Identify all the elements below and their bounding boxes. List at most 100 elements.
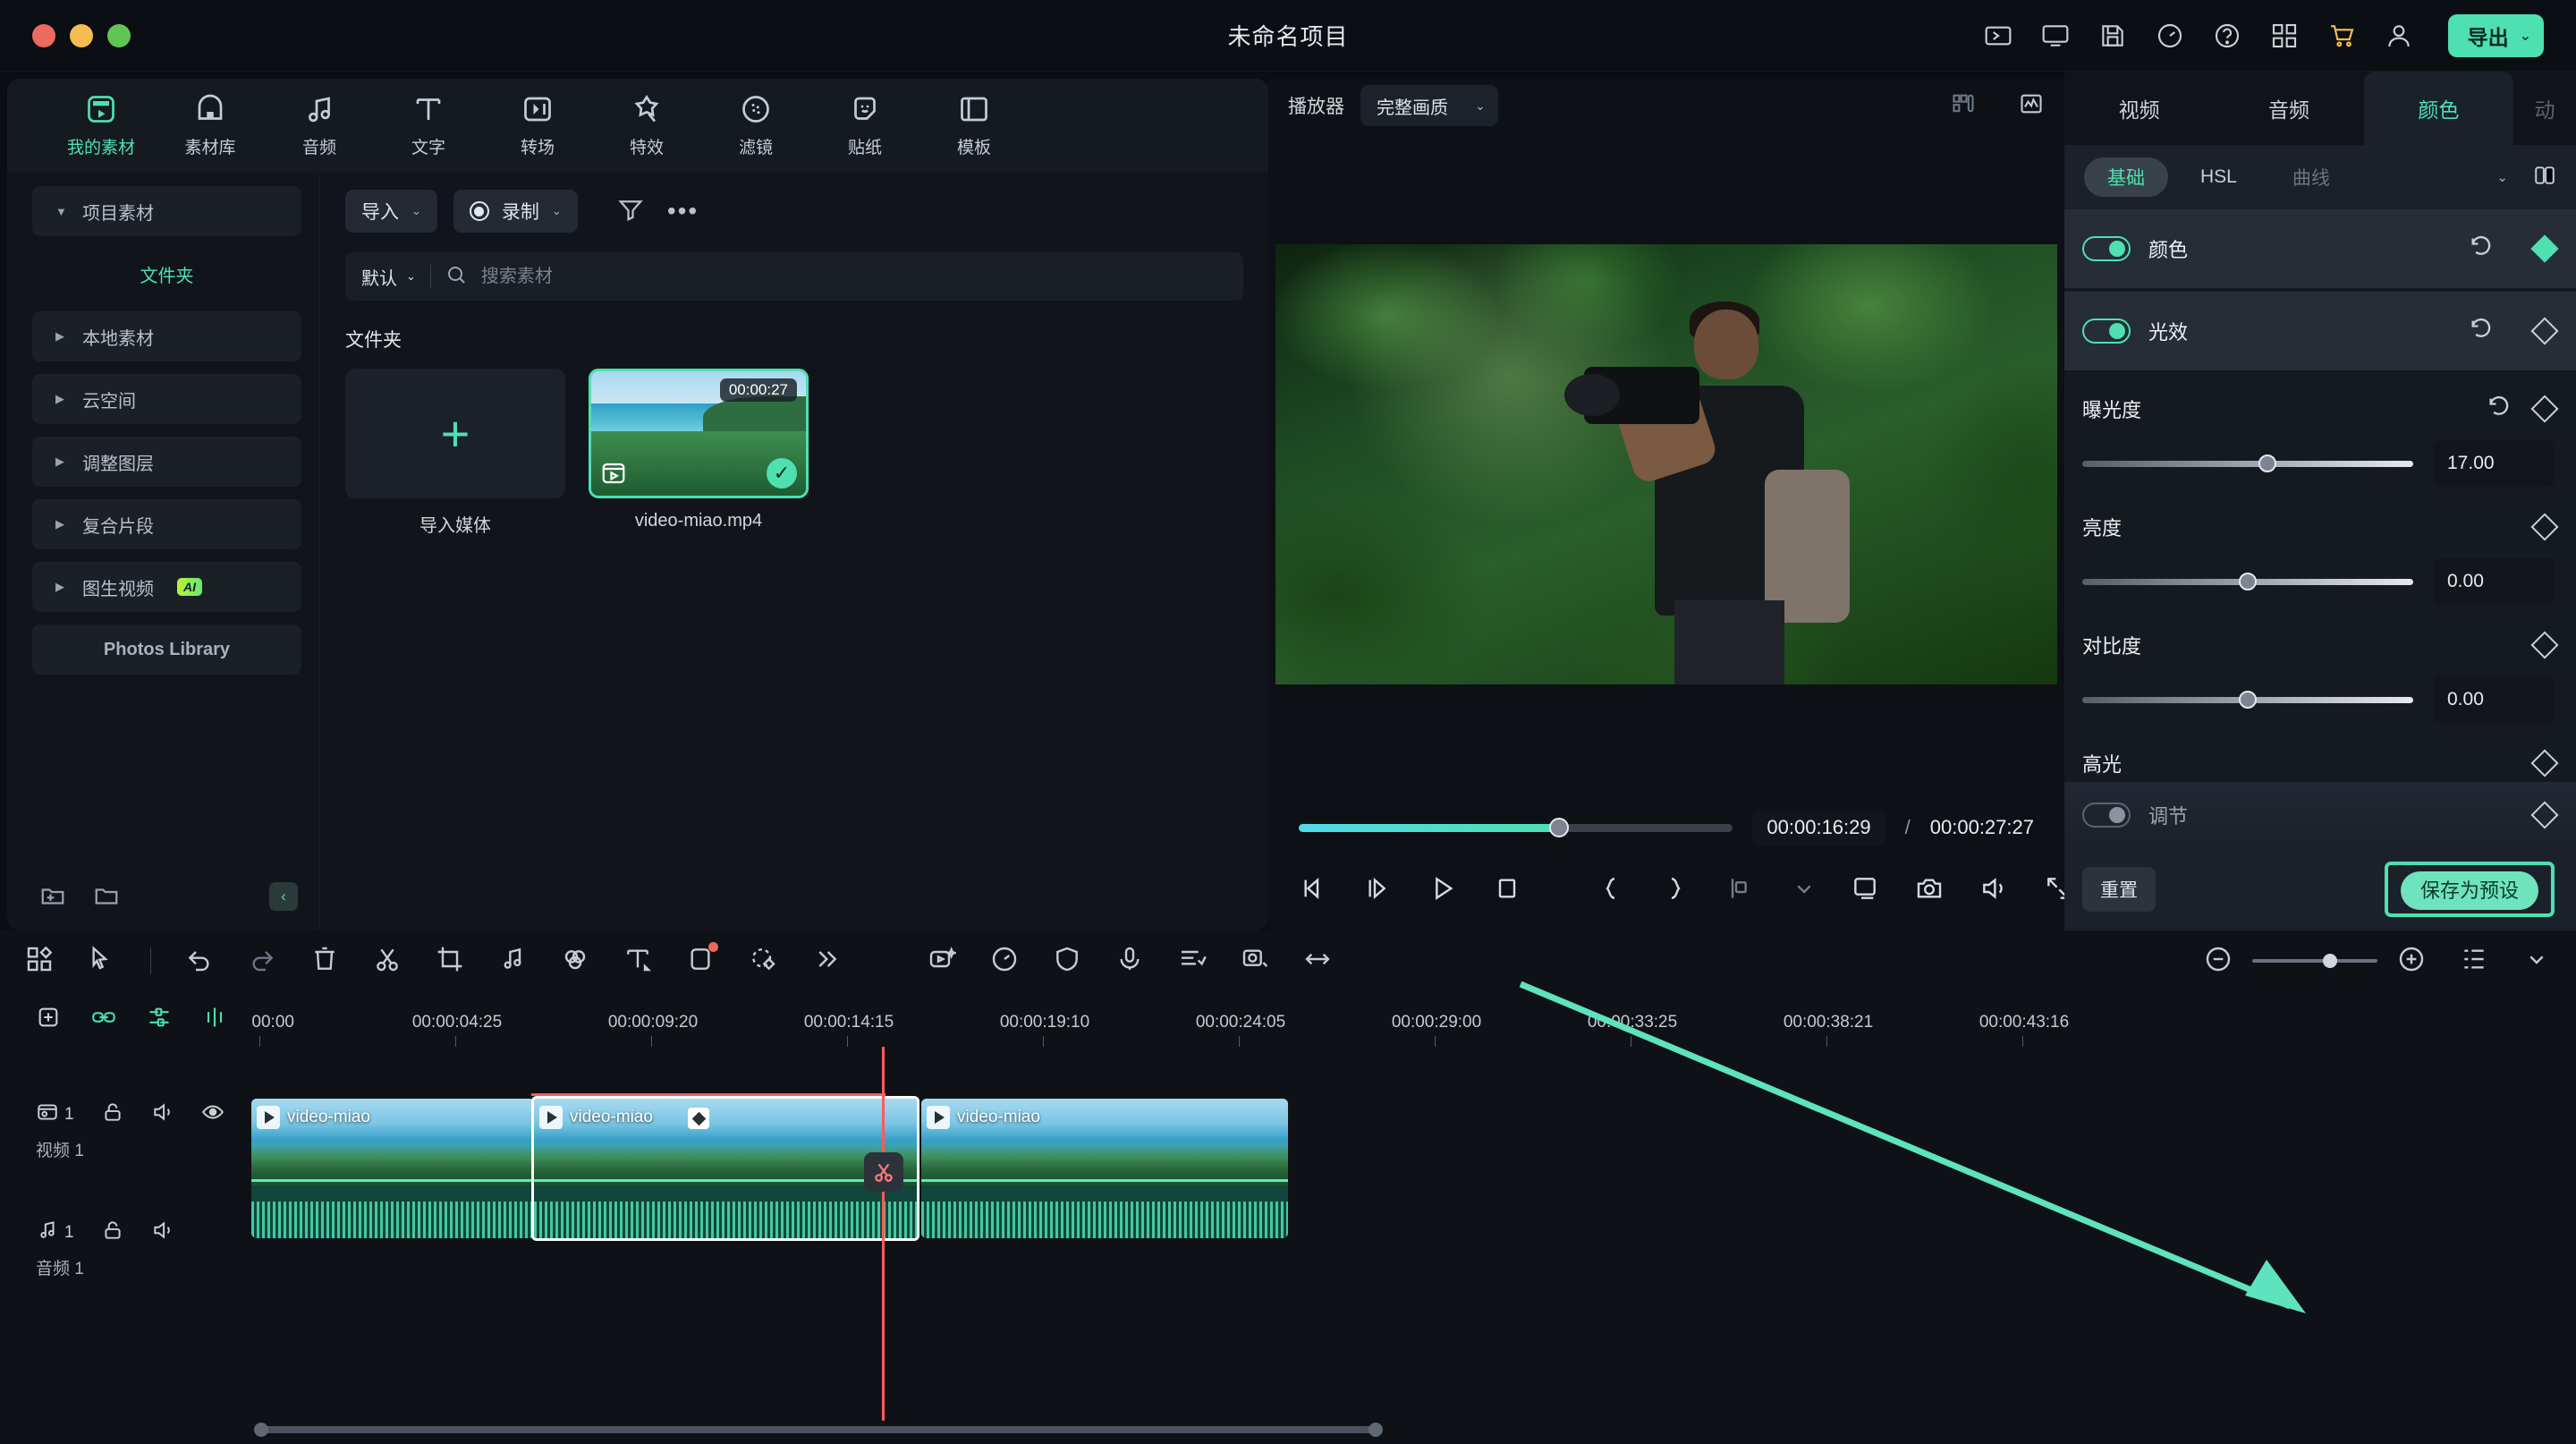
marker-add-icon[interactable]: [202, 1005, 227, 1034]
timeline-clip[interactable]: video-miao: [251, 1099, 535, 1238]
voiceover-icon[interactable]: [1115, 945, 1144, 978]
search-input[interactable]: [480, 266, 1227, 287]
video-preview[interactable]: [1275, 244, 2057, 684]
category-tab-text[interactable]: 文字: [374, 92, 483, 158]
next-frame-icon[interactable]: [1363, 874, 1394, 907]
record-button[interactable]: 录制 ⌄: [453, 190, 578, 233]
section-light-effect[interactable]: 光效: [2064, 292, 2576, 370]
tab-video[interactable]: 视频: [2064, 72, 2214, 145]
keyframe-icon[interactable]: [2530, 631, 2559, 659]
grid-icon[interactable]: [2269, 21, 2300, 51]
section-color[interactable]: 颜色: [2064, 209, 2576, 288]
export-button[interactable]: 导出 ⌄: [2447, 13, 2544, 57]
keyframe-icon[interactable]: [2530, 234, 2559, 263]
reset-button[interactable]: 重置: [2082, 867, 2156, 912]
tab-audio[interactable]: 音频: [2214, 72, 2363, 145]
snapshot-icon[interactable]: [1914, 874, 1945, 907]
mask-tool-icon[interactable]: [749, 945, 777, 978]
slider-handle[interactable]: [2239, 573, 2257, 590]
category-tab-effects[interactable]: 特效: [592, 92, 701, 158]
zoom-in-icon[interactable]: [2397, 945, 2426, 978]
category-tab-filter[interactable]: 滤镜: [701, 92, 810, 158]
delete-icon[interactable]: [310, 945, 339, 978]
keyframe-icon[interactable]: [2530, 749, 2559, 777]
media-thumbnail[interactable]: 00:00:27 ✓: [589, 369, 809, 498]
timeline-clip[interactable]: video-miao: [921, 1099, 1288, 1238]
speed-ramp-icon[interactable]: [990, 945, 1019, 978]
seek-handle[interactable]: [1549, 818, 1570, 837]
import-media-cell[interactable]: + 导入媒体: [345, 369, 565, 537]
mark-out-icon[interactable]: [1660, 874, 1690, 907]
shield-icon[interactable]: [1053, 945, 1081, 978]
eye-icon[interactable]: [201, 1100, 225, 1128]
marker-caret-icon[interactable]: [1789, 874, 1819, 907]
link-icon[interactable]: [91, 1005, 116, 1034]
category-tab-transition[interactable]: 转场: [483, 92, 592, 158]
grid-layout-icon[interactable]: [1950, 91, 1977, 121]
fit-timeline-icon[interactable]: [1303, 945, 1332, 978]
folder-icon[interactable]: [93, 883, 120, 910]
sidebar-item-folder[interactable]: 文件夹: [32, 249, 301, 299]
close-window-button[interactable]: [32, 23, 55, 47]
help-icon[interactable]: [2212, 21, 2242, 51]
category-tab-sticker[interactable]: 贴纸: [810, 92, 919, 158]
timeline-hscrollbar[interactable]: [259, 1426, 1377, 1433]
slider-value[interactable]: 17.00: [2433, 440, 2555, 487]
category-tab-stock-library[interactable]: 素材库: [156, 92, 265, 158]
reset-icon[interactable]: [2469, 234, 2494, 264]
quality-select[interactable]: 完整画质 ⌄: [1360, 85, 1498, 126]
save-preset-button[interactable]: 保存为预设: [2400, 871, 2538, 910]
subtab-curves[interactable]: 曲线: [2269, 157, 2353, 197]
undo-icon[interactable]: [185, 945, 214, 978]
display-icon[interactable]: [2040, 21, 2071, 51]
chevron-right-icon[interactable]: ▶: [55, 517, 66, 531]
sidebar-item-local-media[interactable]: ▶ 本地素材: [32, 311, 301, 361]
adjust-toggle[interactable]: [2082, 803, 2131, 828]
timeline-tracks[interactable]: 1 视频 1 1 音频 1 video-miao video-miao vide…: [0, 1047, 2576, 1421]
keyframe-icon[interactable]: [2530, 317, 2559, 345]
stop-icon[interactable]: [1492, 874, 1522, 907]
split-scissors-icon[interactable]: [373, 945, 402, 978]
tab-animation[interactable]: 动: [2513, 72, 2576, 145]
more-dots-icon[interactable]: •••: [667, 197, 699, 225]
add-track-icon[interactable]: [36, 1005, 61, 1034]
auto-reframe-icon[interactable]: [928, 945, 958, 978]
subtab-basic[interactable]: 基础: [2084, 157, 2168, 197]
sidebar-item-photos-library[interactable]: Photos Library: [32, 624, 301, 675]
motion-track-icon[interactable]: [1241, 945, 1269, 978]
select-tool-icon[interactable]: [88, 945, 116, 978]
slider-value[interactable]: 0.00: [2433, 558, 2555, 605]
new-folder-icon[interactable]: [39, 883, 66, 910]
chevron-right-icon[interactable]: ▶: [55, 392, 66, 406]
filter-sort-icon[interactable]: [617, 196, 644, 227]
prev-frame-icon[interactable]: [1299, 874, 1329, 907]
slider-value[interactable]: 0.00: [2433, 676, 2555, 723]
zoom-out-icon[interactable]: [2204, 945, 2233, 978]
reset-icon[interactable]: [2487, 395, 2512, 424]
audio-track-icon[interactable]: [36, 1219, 59, 1246]
mix-icon[interactable]: [147, 1005, 172, 1034]
chevron-down-icon[interactable]: ⌄: [552, 204, 562, 218]
fit-screen-icon[interactable]: [1850, 874, 1880, 907]
sidebar-item-project-media[interactable]: ▼ 项目素材: [32, 186, 301, 236]
chevron-right-icon[interactable]: ▶: [55, 580, 66, 594]
video-track-icon[interactable]: [36, 1100, 59, 1128]
reset-icon[interactable]: [2469, 317, 2494, 346]
subtitle-icon[interactable]: [1178, 945, 1207, 978]
speed-icon[interactable]: [2155, 21, 2185, 51]
account-icon[interactable]: [2384, 21, 2414, 51]
templates-grid-icon[interactable]: [25, 945, 54, 978]
tab-color[interactable]: 颜色: [2363, 72, 2513, 145]
lock-open-icon[interactable]: [101, 1100, 124, 1128]
timeline-ruler[interactable]: 00:00:00 00:00:04:25 00:00:09:20 00:00:14:1…: [250, 991, 2576, 1047]
speaker-icon[interactable]: [151, 1100, 174, 1128]
maximize-window-button[interactable]: [107, 23, 131, 47]
split-at-playhead-button[interactable]: [864, 1152, 903, 1192]
chevron-down-icon[interactable]: ▼: [55, 205, 67, 218]
slider-handle[interactable]: [2258, 454, 2277, 472]
more-chevrons-icon[interactable]: [811, 945, 840, 978]
save-icon[interactable]: [2097, 21, 2128, 51]
media-item[interactable]: 00:00:27 ✓ video-miao.mp4: [589, 369, 809, 537]
play-icon[interactable]: [1428, 874, 1458, 907]
chevron-down-icon[interactable]: ⌄: [2520, 27, 2531, 45]
